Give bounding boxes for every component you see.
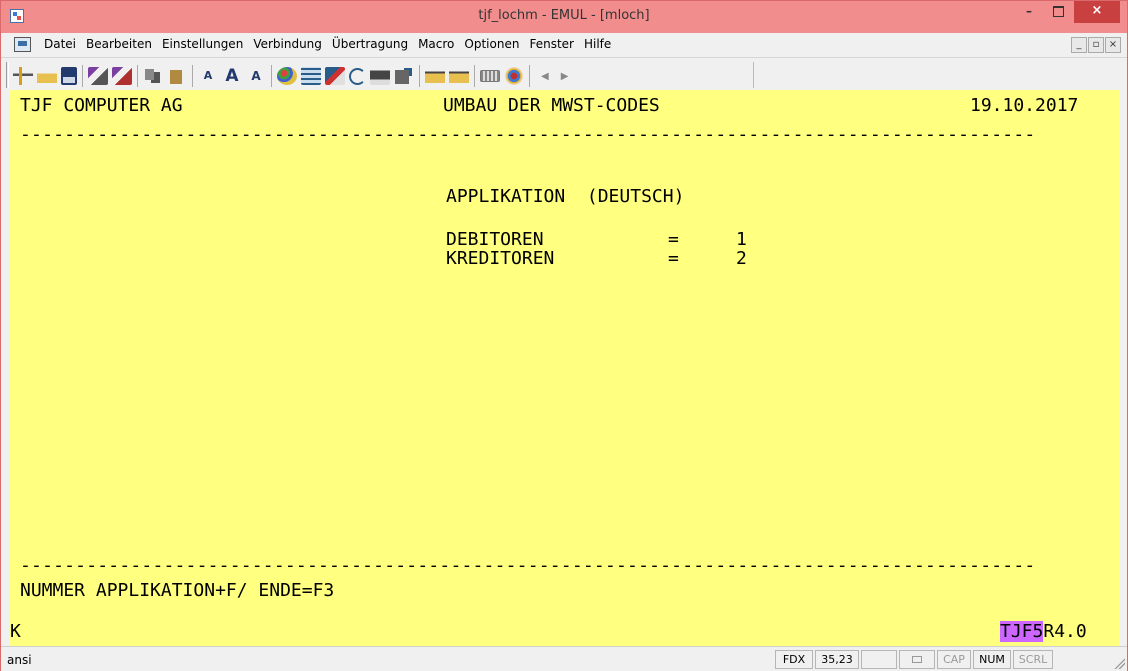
company-name: TJF COMPUTER AG bbox=[20, 95, 183, 116]
option-eq-kreditoren: = bbox=[668, 248, 679, 269]
maximize-button[interactable] bbox=[1044, 1, 1072, 23]
input-prompt: NUMMER APPLIKATION+F/ ENDE=F3 bbox=[20, 580, 335, 601]
toolbar-end-divider bbox=[753, 62, 755, 88]
toolbar-separator bbox=[474, 65, 475, 87]
menu-fenster[interactable]: Fenster bbox=[524, 37, 579, 51]
option-value-kreditoren: 2 bbox=[736, 248, 747, 269]
font-small-icon[interactable]: A bbox=[198, 67, 218, 85]
print-icon[interactable] bbox=[370, 67, 390, 85]
emulator-window: tjf_lochm - EMUL - [mloch] – × Datei Bea… bbox=[0, 0, 1128, 671]
toolbar-separator bbox=[192, 65, 193, 87]
copy-icon[interactable] bbox=[143, 67, 163, 85]
cursor-input[interactable]: K bbox=[10, 621, 21, 643]
mdi-minimize-button[interactable]: _ bbox=[1071, 37, 1087, 53]
top-separator: ----------------------------------------… bbox=[20, 124, 1036, 145]
toolbar-separator bbox=[419, 65, 420, 87]
close-button[interactable]: × bbox=[1074, 1, 1120, 23]
toolbar: A A A ◀ ▶ bbox=[1, 57, 1127, 90]
scroll-indicator: SCRL bbox=[1013, 650, 1053, 669]
mdi-close-button[interactable]: × bbox=[1105, 37, 1121, 53]
menu-bearbeiten[interactable]: Bearbeiten bbox=[81, 37, 157, 51]
undo-icon[interactable] bbox=[349, 67, 366, 85]
palette-icon[interactable] bbox=[277, 67, 297, 85]
toolbar-separator bbox=[137, 65, 138, 87]
send-icon[interactable] bbox=[88, 67, 108, 85]
folder-a-icon[interactable] bbox=[425, 67, 445, 85]
font-large-icon[interactable]: A bbox=[222, 67, 242, 85]
menu-hilfe[interactable]: Hilfe bbox=[579, 37, 616, 51]
settings-icon[interactable] bbox=[394, 67, 414, 85]
toolbar-separator bbox=[271, 65, 272, 87]
toolbar-separator bbox=[529, 65, 530, 87]
previous-arrow-icon[interactable]: ◀ bbox=[541, 71, 549, 82]
paste-icon[interactable] bbox=[167, 67, 187, 85]
record-icon[interactable] bbox=[325, 67, 345, 85]
system-menu-icon[interactable] bbox=[14, 37, 31, 52]
status-bar: ansi FDX 35,23 CAP NUM SCRL bbox=[1, 646, 1127, 671]
folder-b-icon[interactable] bbox=[449, 67, 469, 85]
application-heading: APPLIKATION (DEUTSCH) bbox=[446, 186, 685, 207]
menu-verbindung[interactable]: Verbindung bbox=[248, 37, 327, 51]
version-highlight: TJF5 bbox=[1000, 621, 1044, 642]
connect-icon[interactable] bbox=[13, 67, 33, 85]
macro-icon[interactable] bbox=[504, 67, 524, 85]
receive-icon[interactable] bbox=[112, 67, 132, 85]
resize-grip-icon[interactable] bbox=[1113, 657, 1125, 669]
duplex-mode: FDX bbox=[775, 650, 813, 669]
save-icon[interactable] bbox=[61, 67, 77, 85]
caps-indicator: CAP bbox=[937, 650, 971, 669]
cursor-position: 35,23 bbox=[815, 650, 859, 669]
version-label: TJF5R4.0 bbox=[1000, 621, 1087, 643]
next-arrow-icon[interactable]: ▶ bbox=[561, 71, 569, 82]
menu-einstellungen[interactable]: Einstellungen bbox=[157, 37, 248, 51]
bottom-separator: ----------------------------------------… bbox=[20, 555, 1036, 576]
keyboard-icon[interactable] bbox=[480, 70, 500, 82]
grid-icon[interactable] bbox=[301, 67, 321, 85]
option-label-kreditoren: KREDITOREN bbox=[446, 248, 555, 269]
encoding-status: ansi bbox=[7, 653, 32, 667]
menu-datei[interactable]: Datei bbox=[39, 37, 81, 51]
num-indicator: NUM bbox=[973, 650, 1011, 669]
minimize-button[interactable]: – bbox=[1014, 1, 1044, 23]
screen-title: UMBAU DER MWST-CODES bbox=[443, 95, 660, 116]
mdi-restore-button[interactable]: ▫ bbox=[1088, 37, 1104, 53]
title-bar[interactable]: tjf_lochm - EMUL - [mloch] – × bbox=[1, 1, 1127, 33]
window-title: tjf_lochm - EMUL - [mloch] bbox=[478, 8, 650, 23]
menu-optionen[interactable]: Optionen bbox=[459, 37, 524, 51]
menu-bar: Datei Bearbeiten Einstellungen Verbindun… bbox=[1, 33, 1127, 57]
blank-panel bbox=[861, 650, 897, 669]
toolbar-grip[interactable] bbox=[6, 62, 9, 88]
toolbar-separator bbox=[82, 65, 83, 87]
terminal-screen[interactable]: TJF COMPUTER AG UMBAU DER MWST-CODES 19.… bbox=[10, 90, 1120, 646]
open-icon[interactable] bbox=[37, 67, 57, 85]
menu-macro[interactable]: Macro bbox=[413, 37, 459, 51]
version-suffix: R4.0 bbox=[1043, 621, 1087, 642]
lock-icon bbox=[899, 650, 935, 669]
font-medium-icon[interactable]: A bbox=[246, 67, 266, 85]
menu-uebertragung[interactable]: Übertragung bbox=[327, 37, 413, 51]
screen-date: 19.10.2017 bbox=[970, 95, 1079, 116]
